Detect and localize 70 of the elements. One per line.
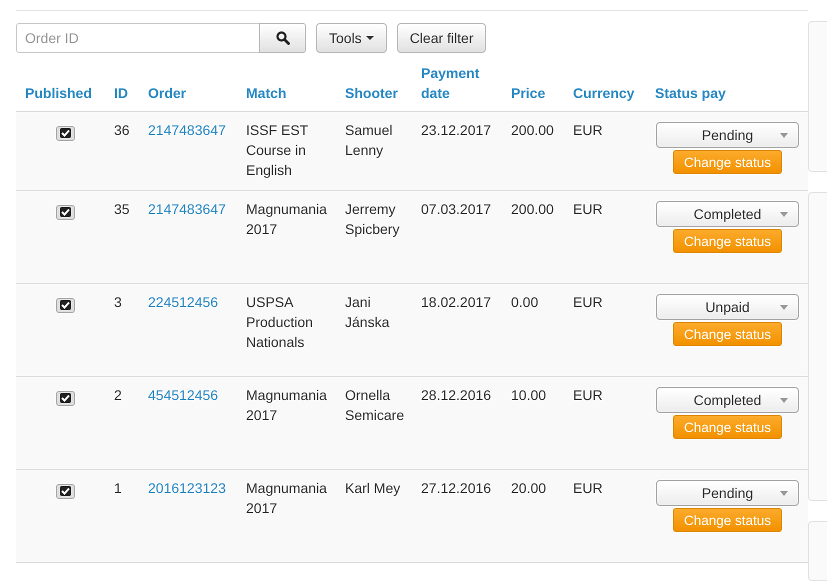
- published-checkbox[interactable]: [56, 298, 74, 312]
- table-cell: Magnumania 2017: [246, 387, 327, 423]
- column-header[interactable]: Price: [511, 85, 546, 101]
- status-dropdown[interactable]: Completed: [656, 201, 799, 227]
- table-cell: 10.00: [511, 387, 546, 403]
- caret-icon: [780, 212, 788, 217]
- change-status-button[interactable]: Change status: [672, 415, 782, 439]
- published-checkbox[interactable]: [56, 390, 74, 406]
- order-link[interactable]: 454512456: [148, 387, 218, 403]
- column-header[interactable]: Shooter: [345, 85, 398, 101]
- published-checkbox[interactable]: [56, 484, 74, 498]
- table-cell: EUR: [573, 480, 603, 496]
- table-cell: 2: [114, 387, 122, 403]
- column-header[interactable]: Published: [25, 85, 92, 101]
- status-dropdown[interactable]: Unpaid: [656, 294, 799, 320]
- column-header[interactable]: Match: [246, 85, 286, 101]
- caret-icon: [366, 36, 374, 40]
- search-icon: [276, 31, 290, 45]
- status-dropdown[interactable]: Pending: [656, 122, 799, 148]
- order-link[interactable]: 2147483647: [148, 122, 226, 138]
- caret-icon: [780, 491, 788, 496]
- caret-icon: [780, 133, 788, 138]
- column-header[interactable]: ID: [114, 85, 128, 101]
- order-link[interactable]: 224512456: [148, 294, 218, 310]
- table-cell: 28.12.2016: [421, 387, 492, 403]
- change-status-button[interactable]: Change status: [672, 508, 782, 532]
- table-cell: 1: [114, 480, 122, 496]
- clear-filter-button[interactable]: Clear filter: [396, 23, 486, 53]
- table-cell: EUR: [573, 387, 603, 403]
- table-cell: Ornella Semicare: [345, 387, 404, 423]
- published-checkbox[interactable]: [56, 126, 74, 140]
- table-cell: Jani Jánska: [345, 294, 390, 330]
- table-cell: Magnumania 2017: [246, 201, 327, 237]
- caret-icon: [780, 305, 788, 310]
- table-cell: 27.12.2016: [421, 480, 492, 496]
- column-header[interactable]: Payment date: [421, 63, 491, 103]
- change-status-button[interactable]: Change status: [672, 150, 782, 174]
- change-status-button[interactable]: Change status: [672, 322, 782, 346]
- table-cell: 36: [114, 122, 130, 138]
- search-field[interactable]: Order ID: [16, 23, 260, 53]
- table-cell: USPSA Production Nationals: [246, 294, 313, 350]
- status-dropdown[interactable]: Completed: [656, 387, 799, 413]
- caret-icon: [780, 398, 788, 403]
- order-link[interactable]: 2016123123: [148, 480, 226, 496]
- table-cell: 07.03.2017: [421, 201, 492, 217]
- table-cell: 200.00: [511, 201, 554, 217]
- table-cell: 200.00: [511, 122, 554, 138]
- table-cell: 35: [114, 201, 130, 217]
- table-cell: Jerremy Spicbery: [345, 201, 400, 237]
- column-header[interactable]: Order: [148, 85, 186, 101]
- table-cell: EUR: [573, 122, 603, 138]
- published-checkbox[interactable]: [56, 204, 74, 220]
- table-cell: EUR: [573, 294, 603, 310]
- table-cell: 20.00: [511, 480, 546, 496]
- table-cell: ISSF EST Course in English: [246, 122, 308, 178]
- table-cell: Samuel Lenny: [345, 122, 392, 158]
- table-cell: 18.02.2017: [421, 294, 492, 310]
- table-cell: 0.00: [511, 294, 538, 310]
- search-button[interactable]: [259, 23, 306, 53]
- tools-button[interactable]: Tools: [316, 23, 387, 53]
- table-cell: 3: [114, 294, 122, 310]
- table-cell: 23.12.2017: [421, 122, 492, 138]
- status-dropdown[interactable]: Pending: [656, 480, 799, 506]
- table-cell: Karl Mey: [345, 480, 400, 496]
- table-cell: EUR: [573, 201, 603, 217]
- table-cell: Magnumania 2017: [246, 480, 327, 516]
- order-link[interactable]: 2147483647: [148, 201, 226, 217]
- change-status-button[interactable]: Change status: [672, 229, 782, 253]
- column-header[interactable]: Currency: [573, 85, 634, 101]
- column-header[interactable]: Status pay: [655, 85, 726, 101]
